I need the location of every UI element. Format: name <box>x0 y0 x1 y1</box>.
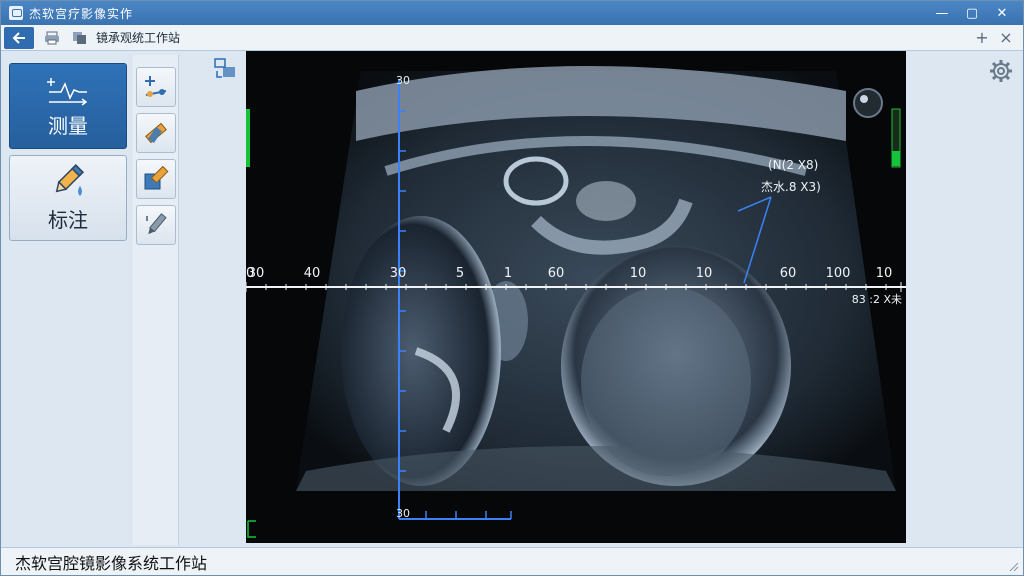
ruler-label: 30 <box>248 266 265 281</box>
resize-grip-icon[interactable] <box>1007 560 1019 572</box>
ruler-tool[interactable] <box>136 113 176 153</box>
ruler-label: 1 <box>504 266 512 281</box>
ruler-label: 30 <box>390 266 407 281</box>
viewer-area: 30 30 0 30 40 30 5 1 60 10 10 60 100 10 … <box>181 51 907 545</box>
tab-title[interactable]: 镜承观统工作站 <box>96 29 180 46</box>
maximize-button[interactable]: ▢ <box>957 1 987 25</box>
ruler-label: 10 <box>630 266 647 281</box>
app-window: 杰软宫疗影像实作 — ▢ ✕ 镜承观统工作站 + × 测量 标注 30 30 0… <box>0 0 1024 576</box>
ruler-label: 60 <box>780 266 797 281</box>
ultrasound-image[interactable]: 30 30 0 30 40 30 5 1 60 10 10 60 100 10 … <box>246 51 906 543</box>
layout-switch-icon[interactable] <box>213 57 237 81</box>
pen-icon <box>146 213 167 235</box>
top-tick-label: 30 <box>396 74 410 87</box>
copy-icon[interactable] <box>70 29 90 47</box>
ruler-label: 10 <box>696 266 713 281</box>
ruler-label: 100 <box>826 266 851 281</box>
close-tab-button[interactable]: × <box>997 27 1015 47</box>
measure-label: 测量 <box>48 113 88 138</box>
back-arrow-icon <box>12 31 25 44</box>
measure-button[interactable]: 测量 <box>9 63 127 149</box>
right-pane <box>907 51 1023 545</box>
status-text: 杰软宫腔镜影像系统工作站 <box>15 553 208 573</box>
right-gain-marker <box>892 151 900 166</box>
minimize-button[interactable]: — <box>927 1 957 25</box>
ultrasound-viewer[interactable]: 30 30 0 30 40 30 5 1 60 10 10 60 100 10 … <box>246 51 906 543</box>
scale-readout: 83 :2 X未 <box>852 293 902 306</box>
print-icon[interactable] <box>42 29 62 47</box>
ruler-pen-icon <box>145 122 167 144</box>
tab-actions: + × <box>973 27 1015 47</box>
left-gain-marker <box>246 109 250 167</box>
title-bar: 杰软宫疗影像实作 — ▢ ✕ <box>1 1 1023 25</box>
annotate-label: 标注 <box>48 207 88 232</box>
close-button[interactable]: ✕ <box>987 1 1017 25</box>
probe-knob-icon[interactable] <box>853 88 883 118</box>
add-measure-tool[interactable] <box>136 67 176 107</box>
tool-column <box>133 55 179 545</box>
measure-waveform-icon <box>47 77 88 106</box>
ruler-label: 40 <box>304 266 321 281</box>
mode-panel: 测量 标注 <box>5 55 129 545</box>
edit-box-icon <box>144 165 169 190</box>
toolbar: 镜承观统工作站 + × <box>1 25 1023 51</box>
settings-gear-icon[interactable] <box>989 59 1013 83</box>
add-tab-button[interactable]: + <box>973 27 991 47</box>
draw-tool[interactable] <box>136 205 176 245</box>
add-caliper-icon <box>145 76 167 97</box>
app-icon <box>9 6 23 20</box>
pencil-drop-icon <box>55 163 84 196</box>
window-title: 杰软宫疗影像实作 <box>29 6 134 21</box>
bottom-tick-label: 30 <box>396 507 410 520</box>
window-controls: — ▢ ✕ <box>927 1 1017 25</box>
annotate-button[interactable]: 标注 <box>9 155 127 241</box>
edit-tool[interactable] <box>136 159 176 199</box>
annotation-text-1: (N(2 X8) <box>768 158 818 172</box>
ruler-label: 5 <box>456 266 464 281</box>
back-button[interactable] <box>4 26 34 49</box>
status-bar: 杰软宫腔镜影像系统工作站 <box>1 547 1023 575</box>
ruler-label: 60 <box>548 266 565 281</box>
annotation-text-2: 杰水.8 X3) <box>761 180 821 194</box>
ruler-label: 10 <box>876 266 893 281</box>
